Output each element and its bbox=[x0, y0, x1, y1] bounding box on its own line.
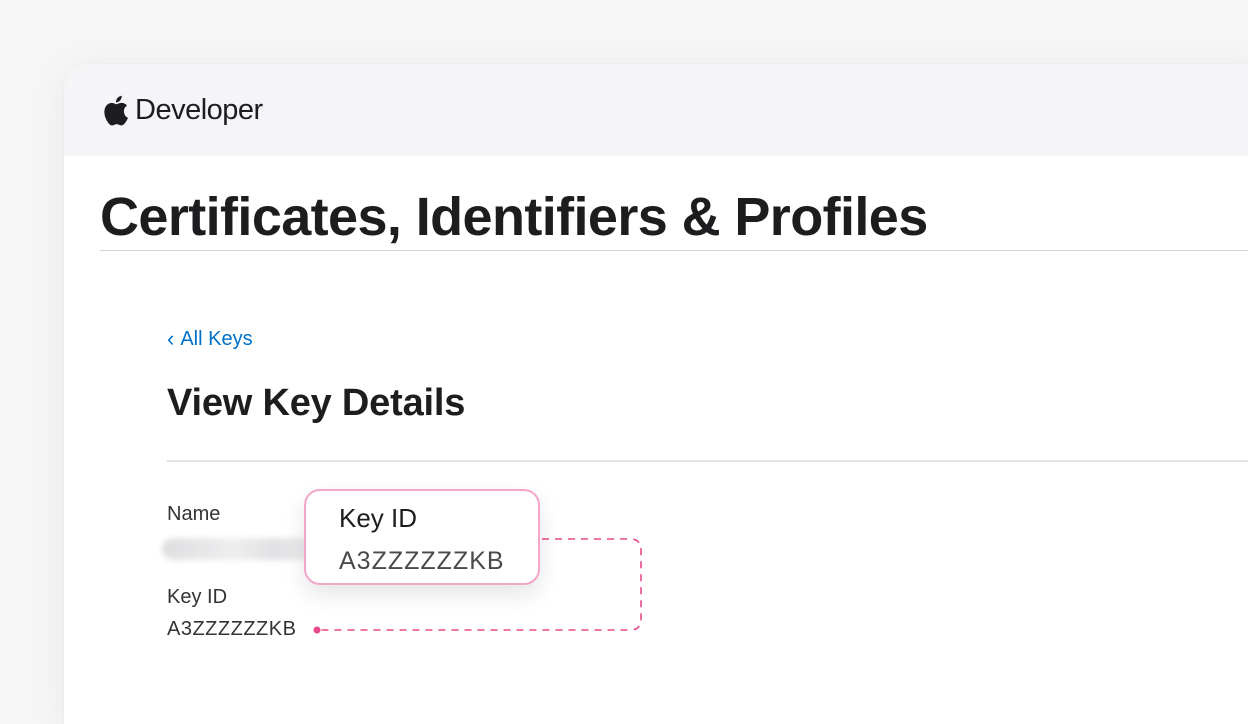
back-link-label: All Keys bbox=[180, 328, 253, 350]
section-divider bbox=[167, 460, 1248, 462]
top-navigation-bar: Developer bbox=[64, 64, 1248, 156]
key-id-label: Key ID bbox=[167, 586, 228, 608]
page-title: Certificates, Identifiers & Profiles bbox=[100, 187, 928, 247]
name-value-redacted bbox=[162, 538, 322, 560]
key-id-value: A3ZZZZZZKB bbox=[167, 618, 297, 640]
all-keys-back-link[interactable]: ‹ All Keys bbox=[167, 325, 253, 351]
title-divider bbox=[100, 250, 1248, 251]
callout-title: Key ID bbox=[339, 503, 418, 533]
name-label: Name bbox=[167, 503, 221, 525]
browser-window: Developer Certificates, Identifiers & Pr… bbox=[64, 64, 1248, 724]
callout-value: A3ZZZZZZKB bbox=[339, 547, 505, 575]
chevron-left-icon: ‹ bbox=[167, 325, 175, 351]
apple-logo-icon bbox=[104, 95, 128, 125]
section-title: View Key Details bbox=[167, 382, 466, 424]
key-id-callout: Key ID A3ZZZZZZKB bbox=[304, 489, 540, 585]
brand-text: Developer bbox=[135, 94, 263, 126]
developer-brand[interactable]: Developer bbox=[101, 92, 263, 127]
